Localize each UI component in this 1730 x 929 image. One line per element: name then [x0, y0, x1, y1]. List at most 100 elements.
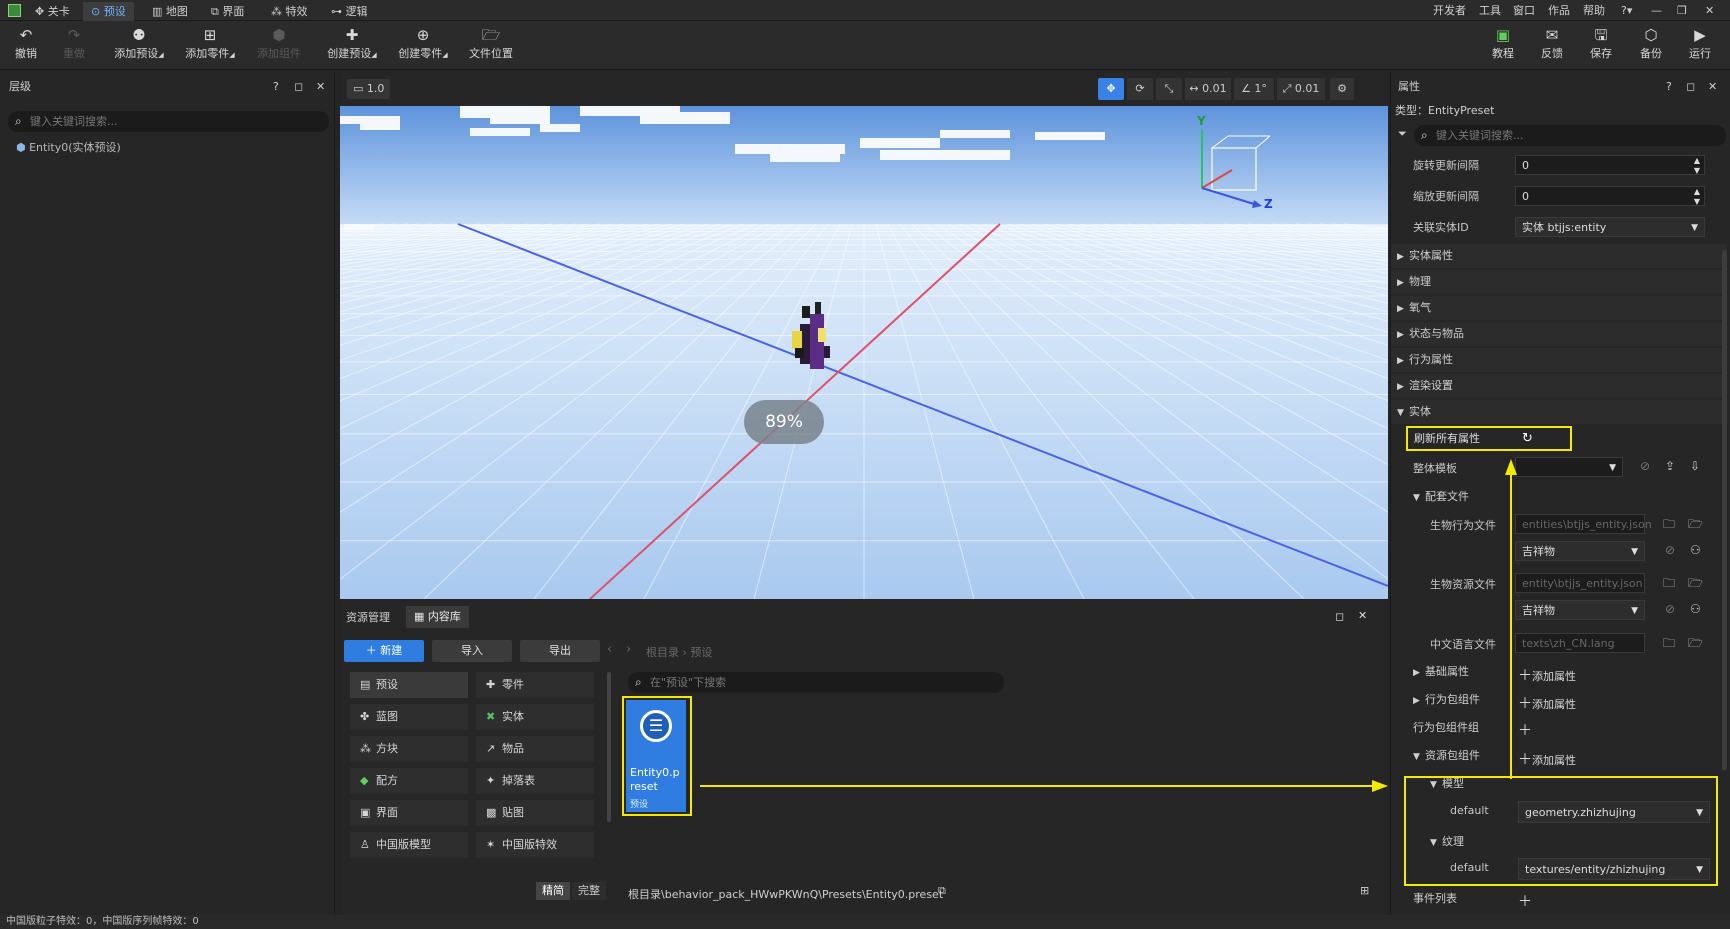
feedback-button[interactable]: ✉ 反馈	[1537, 25, 1567, 67]
tab-content-library[interactable]: ▦ 内容库	[406, 606, 469, 628]
new-button[interactable]: ＋ 新建	[344, 640, 424, 662]
import-button[interactable]: 导入	[432, 640, 512, 662]
category-cn-model[interactable]: ♙ 中国版模型	[350, 832, 468, 858]
camera-speed-button[interactable]: ▭ 1.0	[347, 79, 391, 99]
maximize-icon[interactable]: ◻	[294, 77, 303, 97]
category-scrollbar[interactable]	[607, 672, 611, 822]
resource-file-input[interactable]: entity\btjjs_entity.json	[1515, 573, 1645, 593]
folder-open-icon[interactable]: 🗁	[1688, 634, 1703, 655]
category-part[interactable]: ✚ 零件	[476, 672, 594, 698]
filter-icon[interactable]: ⏷	[1398, 127, 1407, 141]
mode-simple-button[interactable]: 精简	[536, 882, 570, 900]
add-event-button[interactable]: ＋	[1518, 891, 1532, 911]
category-block[interactable]: ⁂ 方块	[350, 736, 468, 762]
viewport-settings-button[interactable]: ⚙	[1330, 78, 1354, 100]
basic-props-row[interactable]: ▶ 基础属性	[1413, 660, 1469, 684]
tab-effects[interactable]: ⁂ 特效	[263, 2, 316, 21]
add-behavior-component-button[interactable]: ＋添加属性	[1518, 693, 1576, 713]
section-physics[interactable]: ▶ 物理	[1391, 270, 1727, 294]
create-preset-button[interactable]: ✚ 创建预设◢	[326, 25, 378, 67]
category-recipe[interactable]: ◆ 配方	[350, 768, 468, 794]
section-entity[interactable]: ▼ 实体	[1391, 400, 1727, 424]
add-basic-prop-button[interactable]: ＋添加属性	[1518, 665, 1576, 685]
behavior-mascot-select[interactable]: 吉祥物 ▼	[1515, 541, 1645, 561]
tab-logic[interactable]: ⊶ 逻辑	[323, 2, 376, 21]
folder-add-icon[interactable]: 🗀	[1663, 515, 1675, 536]
folder-add-icon[interactable]: 🗀	[1663, 574, 1675, 595]
breadcrumb-root[interactable]: 根目录	[646, 646, 679, 659]
scale-interval-input[interactable]: 0 ▲ ▼	[1515, 186, 1705, 206]
close-icon[interactable]: ✕	[316, 77, 325, 97]
add-preset-button[interactable]: ⚉ 添加预设◢	[113, 25, 165, 67]
category-cn-effect[interactable]: ✶ 中国版特效	[476, 832, 594, 858]
check-icon[interactable]: ⊘	[1665, 602, 1675, 616]
category-blueprint[interactable]: ✤ 蓝图	[350, 704, 468, 730]
angle-snap-button[interactable]: ∠ 1°	[1234, 78, 1274, 100]
folder-open-icon[interactable]: 🗁	[1688, 515, 1703, 536]
lang-file-input[interactable]: texts\zh_CN.lang	[1515, 633, 1645, 653]
category-entity[interactable]: ✖ 实体	[476, 704, 594, 730]
backup-button[interactable]: ⬡ 备份	[1636, 25, 1666, 67]
rotate-tool-button[interactable]: ⟳	[1127, 78, 1153, 100]
file-location-button[interactable]: 🗁 文件位置	[468, 25, 514, 67]
download-icon[interactable]: ⇩	[1690, 459, 1700, 473]
hierarchy-search-input[interactable]: ⌕ 键入关键词搜索...	[8, 111, 329, 132]
orientation-gizmo[interactable]	[1182, 118, 1272, 218]
menu-developer[interactable]: 开发者	[1433, 2, 1466, 19]
behavior-file-input[interactable]: entities\btjjs_entity.json	[1515, 514, 1652, 534]
export-button[interactable]: 导出	[520, 640, 600, 662]
upload-icon[interactable]: ⇪	[1665, 459, 1675, 473]
close-icon[interactable]: ✕	[1705, 2, 1714, 19]
minimize-icon[interactable]: —	[1651, 2, 1662, 19]
spinner-icon[interactable]: ▲ ▼	[1694, 156, 1700, 176]
menu-works[interactable]: 作品	[1548, 2, 1570, 19]
stamp-icon[interactable]: ⚇	[1690, 543, 1701, 557]
help-icon[interactable]: ?	[273, 77, 279, 97]
undo-button[interactable]: ↶ 撤销	[10, 25, 42, 67]
forward-icon[interactable]: ›	[626, 642, 631, 657]
category-texture[interactable]: ▩ 贴图	[476, 800, 594, 826]
spinner-icon[interactable]: ▲ ▼	[1694, 187, 1700, 207]
breadcrumb-preset[interactable]: 预设	[690, 646, 712, 659]
move-tool-button[interactable]: ✥	[1098, 78, 1124, 100]
run-button[interactable]: ▶ 运行	[1685, 25, 1715, 67]
section-status-items[interactable]: ▶ 状态与物品	[1391, 322, 1727, 346]
redo-button[interactable]: ↷ 重做	[58, 25, 90, 67]
behavior-components-row[interactable]: ▶ 行为包组件	[1413, 688, 1480, 712]
category-item[interactable]: ↗ 物品	[476, 736, 594, 762]
save-button[interactable]: 🖫 保存	[1586, 25, 1616, 67]
category-loot[interactable]: ✦ 掉落表	[476, 768, 594, 794]
close-icon[interactable]: ✕	[1358, 609, 1367, 622]
entity-id-select[interactable]: 实体 btjjs:entity ▼	[1515, 217, 1705, 237]
properties-scrollbar[interactable]	[1722, 250, 1727, 770]
help-icon[interactable]: ?▾	[1621, 2, 1632, 19]
resource-mascot-select[interactable]: 吉祥物 ▼	[1515, 600, 1645, 620]
tab-asset-manager[interactable]: 资源管理	[346, 608, 390, 628]
section-render-settings[interactable]: ▶ 渲染设置	[1391, 374, 1727, 398]
check-icon[interactable]: ⊘	[1665, 543, 1675, 557]
section-behavior-props[interactable]: ▶ 行为属性	[1391, 348, 1727, 372]
hierarchy-item[interactable]: ⬢ Entity0(实体预设)	[16, 139, 121, 157]
tab-preset[interactable]: ⊙ 预设	[83, 2, 134, 21]
maximize-icon[interactable]: ◻	[1686, 77, 1695, 97]
menu-help[interactable]: 帮助	[1583, 2, 1605, 19]
tab-ui[interactable]: ⧉ 界面	[203, 2, 252, 21]
folder-add-icon[interactable]: 🗀	[1663, 634, 1675, 655]
property-search-input[interactable]: ⌕ 键入关键词搜索...	[1414, 125, 1726, 146]
section-entity-props[interactable]: ▶ 实体属性	[1391, 244, 1727, 268]
check-icon[interactable]: ⊘	[1640, 459, 1650, 473]
mode-full-button[interactable]: 完整	[572, 882, 606, 900]
move-snap-button[interactable]: ↔ 0.01	[1185, 78, 1231, 100]
add-component-button[interactable]: ⬢ 添加组件	[256, 25, 302, 67]
restore-icon[interactable]: ❐	[1677, 2, 1687, 19]
scene-viewport[interactable]: 89% Y Z	[340, 106, 1388, 599]
scale-tool-button[interactable]: ⤡	[1156, 78, 1182, 100]
category-ui[interactable]: ▣ 界面	[350, 800, 468, 826]
category-preset[interactable]: ▤ 预设	[350, 672, 468, 698]
add-component-group-button[interactable]: ＋	[1518, 720, 1532, 740]
add-part-button[interactable]: ⊞ 添加零件◢	[184, 25, 236, 67]
stamp-icon[interactable]: ⚇	[1690, 602, 1701, 616]
add-resource-component-button[interactable]: ＋添加属性	[1518, 749, 1576, 769]
close-icon[interactable]: ✕	[1708, 77, 1717, 97]
create-part-button[interactable]: ⊕ 创建零件◢	[397, 25, 449, 67]
